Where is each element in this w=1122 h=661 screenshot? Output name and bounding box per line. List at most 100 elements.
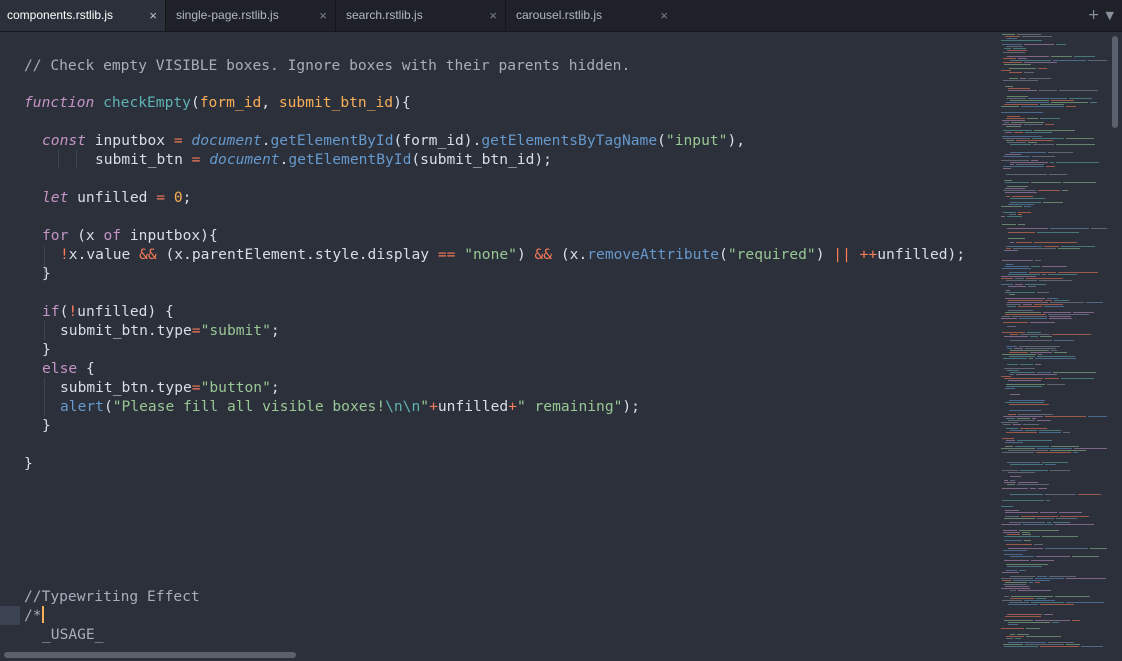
minimap-line	[1056, 162, 1099, 163]
minimap-line	[1045, 378, 1059, 379]
close-icon[interactable]: ×	[660, 0, 668, 31]
minimap-line	[1006, 248, 1011, 249]
minimap-line	[1009, 72, 1022, 73]
minimap-line	[1072, 620, 1080, 621]
minimap-line	[1005, 292, 1035, 293]
minimap-line	[1004, 336, 1028, 337]
minimap-line	[1022, 36, 1052, 37]
code-line: if(!unfilled) {	[42, 303, 174, 320]
minimap-line	[1015, 446, 1049, 447]
minimap-line	[1008, 310, 1033, 311]
text-caret	[41, 606, 44, 623]
minimap-line	[1004, 378, 1043, 379]
minimap-line	[1020, 428, 1047, 429]
minimap-line	[1010, 590, 1016, 591]
minimap-line	[1009, 410, 1041, 411]
minimap-line	[1037, 292, 1049, 293]
minimap-line	[1028, 286, 1036, 287]
close-icon[interactable]: ×	[149, 0, 157, 31]
tab-components[interactable]: components.rstlib.js ×	[0, 0, 166, 31]
minimap-line	[1002, 580, 1011, 581]
minimap-line	[1042, 274, 1046, 275]
minimap-line	[1003, 52, 1025, 53]
minimap-line	[1031, 182, 1061, 183]
minimap-line	[1007, 302, 1048, 303]
minimap-line	[1034, 130, 1075, 131]
code-editor[interactable]: // Check empty VISIBLE boxes. Ignore box…	[0, 32, 995, 651]
minimap-line	[1008, 232, 1035, 233]
minimap-line	[1024, 62, 1057, 63]
minimap-line	[1001, 112, 1043, 113]
minimap-line	[1004, 104, 1038, 105]
minimap-line	[1081, 646, 1103, 647]
minimap-line	[1001, 284, 1013, 285]
minimap-line	[1023, 524, 1053, 525]
tab-carousel[interactable]: carousel.rstlib.js ×	[506, 0, 676, 31]
tab-search[interactable]: search.rstlib.js ×	[336, 0, 506, 31]
tab-single-page[interactable]: single-page.rstlib.js ×	[166, 0, 336, 31]
minimap-line	[1022, 532, 1030, 533]
minimap-line	[1047, 384, 1065, 385]
new-tab-icon[interactable]: +	[1088, 7, 1100, 23]
minimap[interactable]	[995, 32, 1110, 651]
vertical-scrollbar-thumb[interactable]	[1112, 36, 1118, 128]
minimap-line	[1003, 190, 1036, 191]
minimap-line	[1048, 314, 1089, 315]
minimap-line	[1031, 560, 1054, 561]
minimap-line	[1002, 316, 1010, 317]
minimap-line	[1010, 340, 1052, 341]
minimap-line	[1037, 420, 1051, 421]
minimap-line	[1006, 428, 1018, 429]
minimap-line	[1002, 34, 1015, 35]
minimap-line	[1008, 622, 1050, 623]
minimap-line	[1003, 138, 1030, 139]
minimap-line	[1006, 140, 1014, 141]
minimap-line	[1002, 470, 1018, 471]
minimap-line	[1047, 522, 1051, 523]
chevron-down-icon[interactable]: ▼	[1106, 9, 1114, 22]
minimap-line	[1048, 274, 1077, 275]
minimap-line	[1037, 518, 1054, 519]
minimap-line	[1074, 448, 1107, 449]
minimap-line	[1049, 316, 1071, 317]
close-icon[interactable]: ×	[489, 0, 497, 31]
tab-label: single-page.rstlib.js	[176, 8, 279, 22]
minimap-line	[1049, 576, 1076, 577]
minimap-line	[1006, 290, 1010, 291]
minimap-line	[1006, 174, 1047, 175]
minimap-line	[1010, 464, 1043, 465]
minimap-line	[1032, 418, 1036, 419]
code-line: // Check empty VISIBLE boxes. Ignore box…	[24, 57, 631, 74]
minimap-line	[1054, 352, 1067, 353]
minimap-line	[1018, 590, 1051, 591]
minimap-line	[1055, 524, 1094, 525]
code-line: _USAGE_	[42, 626, 104, 643]
minimap-line	[1074, 56, 1095, 57]
indent-guide	[44, 378, 45, 416]
minimap-line	[1043, 202, 1063, 203]
minimap-line	[1078, 494, 1101, 495]
minimap-line	[1010, 476, 1021, 477]
minimap-line	[1010, 430, 1023, 431]
close-icon[interactable]: ×	[319, 0, 327, 31]
minimap-line	[1008, 414, 1016, 415]
minimap-line	[1008, 286, 1026, 287]
horizontal-scrollbar-thumb[interactable]	[4, 652, 296, 658]
minimap-line	[1001, 216, 1005, 217]
minimap-line	[1001, 106, 1019, 107]
minimap-line	[1063, 432, 1070, 433]
minimap-line	[1001, 628, 1024, 629]
minimap-line	[1007, 50, 1027, 51]
minimap-line	[1004, 554, 1023, 555]
minimap-line	[1025, 348, 1056, 349]
minimap-line	[1063, 182, 1096, 183]
minimap-line	[1051, 100, 1074, 101]
minimap-line	[1009, 522, 1045, 523]
minimap-line	[1006, 440, 1015, 441]
minimap-line	[1002, 120, 1025, 121]
minimap-line	[1086, 302, 1103, 303]
minimap-line	[1001, 448, 1035, 449]
minimap-line	[1006, 46, 1023, 47]
minimap-line	[1027, 332, 1041, 333]
minimap-line	[1001, 278, 1013, 279]
